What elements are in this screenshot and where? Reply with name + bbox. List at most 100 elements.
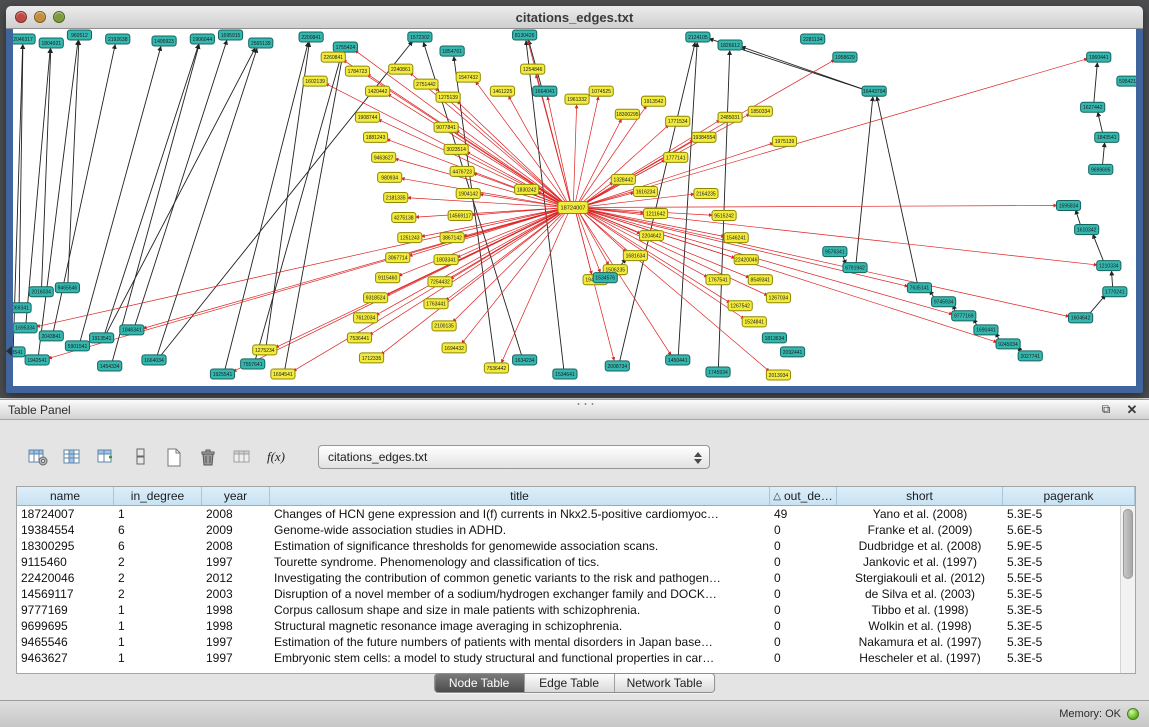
graph-node[interactable]: 1602139 bbox=[303, 76, 327, 86]
graph-node[interactable]: 2240861 bbox=[389, 64, 413, 74]
graph-node[interactable]: 1913541 bbox=[90, 333, 114, 343]
graph-edge[interactable] bbox=[106, 48, 255, 333]
graph-node[interactable]: 9576341 bbox=[823, 247, 847, 257]
table-selector-dropdown[interactable]: citations_edges.txt bbox=[318, 445, 710, 469]
graph-node[interactable]: 2751442 bbox=[414, 79, 438, 89]
select-columns-icon[interactable] bbox=[58, 444, 86, 470]
graph-node[interactable]: 9463627 bbox=[372, 152, 396, 162]
graph-node[interactable]: 22420046 bbox=[734, 255, 758, 265]
graph-node[interactable]: 2100135 bbox=[432, 321, 456, 331]
graph-node[interactable]: 1328442 bbox=[611, 174, 635, 184]
graph-node[interactable]: 1210334 bbox=[1097, 261, 1121, 271]
graph-edge[interactable] bbox=[583, 205, 1056, 207]
graph-node[interactable]: 9745934 bbox=[932, 297, 956, 307]
network-graph[interactable]: 2046317 1804921 960512 2192638 1495923 1… bbox=[13, 29, 1136, 386]
graph-node[interactable]: 2281134 bbox=[801, 34, 825, 44]
graph-node[interactable]: 1534641 bbox=[553, 369, 577, 379]
graph-node[interactable]: 9077841 bbox=[434, 122, 458, 132]
graph-edge[interactable] bbox=[583, 209, 997, 342]
graph-node[interactable]: 1803341 bbox=[434, 255, 458, 265]
graph-edge[interactable] bbox=[454, 57, 495, 363]
graph-node[interactable]: 1627442 bbox=[1081, 102, 1105, 112]
graph-node[interactable]: 2092441 bbox=[780, 347, 804, 357]
graph-node[interactable]: 1604642 bbox=[1069, 313, 1093, 323]
graph-node[interactable]: 7612034 bbox=[353, 313, 377, 323]
graph-node[interactable]: 1913542 bbox=[641, 96, 665, 106]
graph-edge[interactable] bbox=[256, 53, 342, 359]
graph-node[interactable]: 1960441 bbox=[1087, 52, 1111, 62]
graph-node[interactable]: 2046317 bbox=[13, 34, 35, 44]
graph-edge[interactable] bbox=[548, 97, 571, 203]
graph-node[interactable]: 9515242 bbox=[712, 211, 736, 221]
graph-edge[interactable] bbox=[293, 210, 564, 371]
new-table-icon[interactable] bbox=[160, 444, 188, 470]
graph-node[interactable]: 2192638 bbox=[106, 34, 130, 44]
graph-node[interactable]: 1784723 bbox=[345, 66, 369, 76]
graph-edge[interactable] bbox=[583, 209, 1069, 317]
graph-edge[interactable] bbox=[877, 97, 917, 283]
vertical-scrollbar[interactable] bbox=[1120, 506, 1135, 673]
graph-edge[interactable] bbox=[446, 210, 565, 300]
graph-node[interactable]: 1767541 bbox=[706, 275, 730, 285]
graph-node[interactable]: 2027741 bbox=[1018, 351, 1042, 361]
graph-node[interactable]: 18724007 bbox=[558, 201, 588, 213]
graph-node[interactable]: 18300295 bbox=[615, 109, 639, 119]
float-panel-icon[interactable]: ⧉ bbox=[1097, 402, 1115, 418]
graph-node[interactable]: 1461225 bbox=[490, 86, 514, 96]
graph-node[interactable]: 1074525 bbox=[589, 86, 613, 96]
table-row[interactable]: 977716911998Corpus callosum shape and si… bbox=[17, 602, 1120, 618]
graph-edge[interactable] bbox=[42, 49, 51, 287]
graph-node[interactable]: 1755424 bbox=[333, 42, 357, 52]
column-header-in_degree[interactable]: in_degree bbox=[114, 487, 202, 505]
graph-node[interactable]: 1690441 bbox=[974, 325, 998, 335]
graph-node[interactable]: 1251243 bbox=[398, 233, 422, 243]
graph-node[interactable]: 1881243 bbox=[363, 132, 387, 142]
graph-node[interactable]: 5901541 bbox=[65, 341, 89, 351]
graph-node[interactable]: 1572302 bbox=[408, 32, 432, 42]
graph-node[interactable]: 4476723 bbox=[450, 166, 474, 176]
graph-node[interactable]: 2260841 bbox=[321, 52, 345, 62]
table-row[interactable]: 1872400712008Changes of HCN gene express… bbox=[17, 506, 1120, 522]
graph-node[interactable]: 9465546 bbox=[55, 283, 79, 293]
graph-node[interactable]: 1267034 bbox=[766, 293, 790, 303]
tab-edge-table[interactable]: Edge Table bbox=[525, 674, 615, 692]
graph-node[interactable]: 1254846 bbox=[521, 64, 545, 74]
close-panel-icon[interactable]: ✕ bbox=[1123, 402, 1141, 418]
table-row[interactable]: 969969511998Structural magnetic resonanc… bbox=[17, 618, 1120, 634]
graph-node[interactable]: 2043841 bbox=[39, 331, 63, 341]
graph-node[interactable]: 1616234 bbox=[633, 186, 657, 196]
graph-node[interactable]: 2204642 bbox=[639, 231, 663, 241]
new-column-icon[interactable] bbox=[92, 444, 120, 470]
graph-node[interactable]: 1777141 bbox=[664, 152, 688, 162]
graph-edge[interactable] bbox=[266, 43, 309, 345]
graph-node[interactable]: 1534576 bbox=[593, 273, 617, 283]
graph-node[interactable]: 1454334 bbox=[98, 361, 122, 371]
graph-node[interactable]: 1843541 bbox=[1095, 132, 1119, 142]
graph-node[interactable]: 2124105 bbox=[686, 32, 710, 42]
graph-node[interactable]: 9777169 bbox=[952, 311, 976, 321]
graph-node[interactable]: 1275234 bbox=[253, 345, 277, 355]
column-header-out_degree[interactable]: △out_de… bbox=[770, 487, 837, 505]
graph-node[interactable]: 960512 bbox=[67, 30, 91, 40]
table-row[interactable]: 1456911722003Disruption of a novel membe… bbox=[17, 586, 1120, 602]
graph-node[interactable]: 1813634 bbox=[762, 333, 786, 343]
import-table-icon[interactable] bbox=[228, 444, 256, 470]
graph-edge[interactable] bbox=[370, 210, 565, 335]
graph-node[interactable]: 3067714 bbox=[386, 253, 410, 263]
graph-edge[interactable] bbox=[1093, 235, 1104, 262]
graph-node[interactable]: 6791942 bbox=[843, 263, 867, 273]
graph-edge[interactable] bbox=[1103, 143, 1105, 164]
graph-node[interactable]: 1664034 bbox=[142, 355, 166, 365]
graph-edge[interactable] bbox=[80, 47, 161, 341]
table-row[interactable]: 946554611997Estimation of the future num… bbox=[17, 634, 1120, 650]
graph-node[interactable]: 1712335 bbox=[359, 353, 383, 363]
graph-node[interactable]: 1770241 bbox=[1103, 287, 1127, 297]
graph-edge[interactable] bbox=[583, 209, 908, 287]
graph-node[interactable]: 8130426 bbox=[513, 30, 537, 40]
graph-node[interactable]: 1694541 bbox=[271, 369, 295, 379]
graph-node[interactable]: 1275139 bbox=[436, 92, 460, 102]
graph-edge[interactable] bbox=[19, 45, 23, 303]
graph-node[interactable]: 1908744 bbox=[355, 112, 379, 122]
row-options-icon[interactable] bbox=[126, 444, 154, 470]
graph-node[interactable]: 2200841 bbox=[299, 32, 323, 42]
